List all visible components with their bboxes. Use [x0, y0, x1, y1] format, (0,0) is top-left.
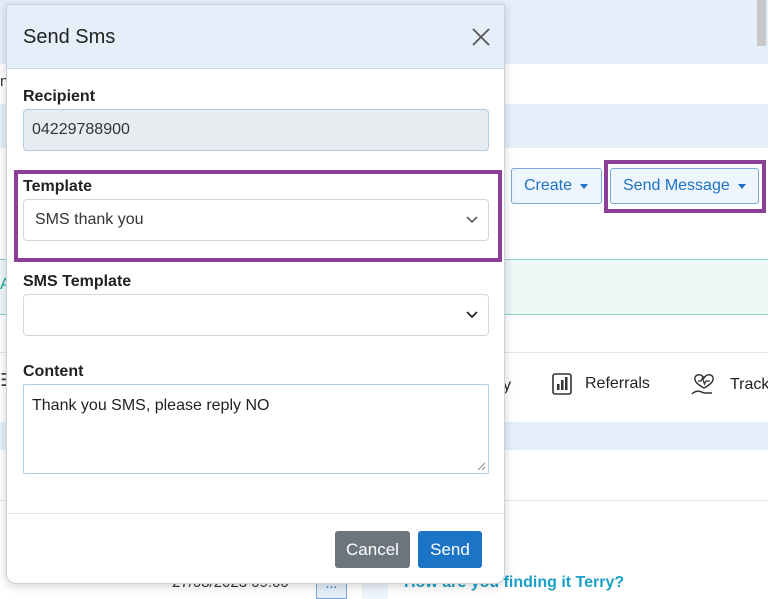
track-label: Track	[730, 376, 768, 393]
sms-template-select[interactable]	[23, 294, 489, 336]
create-dropdown-button[interactable]: Create	[511, 168, 602, 204]
highlight-box-template	[14, 170, 502, 262]
cancel-button[interactable]: Cancel	[335, 531, 410, 568]
scrollbar-thumb[interactable]	[757, 0, 766, 46]
toolbar-item-referrals[interactable]: Referrals	[551, 372, 650, 396]
content-textarea[interactable]: Thank you SMS, please reply NO	[23, 384, 489, 474]
recipient-label: Recipient	[23, 88, 96, 105]
referrals-icon	[552, 373, 572, 395]
resize-grip-icon[interactable]	[477, 462, 486, 471]
highlight-box-send-message	[604, 160, 766, 213]
create-label: Create	[524, 177, 573, 194]
modal-footer-divider	[7, 513, 504, 514]
modal-header: Send Sms	[7, 5, 504, 69]
chevron-down-icon	[466, 311, 478, 319]
toolbar-item-track[interactable]: Track	[690, 372, 768, 398]
recipient-field[interactable]: 04229788900	[23, 109, 489, 151]
send-sms-modal: Send Sms Recipient 04229788900 Template …	[6, 4, 505, 584]
heart-hand-icon	[691, 374, 714, 395]
send-button[interactable]: Send	[418, 531, 482, 568]
referrals-label: Referrals	[585, 375, 650, 392]
close-icon[interactable]	[470, 26, 492, 48]
sms-template-label: SMS Template	[23, 273, 132, 290]
content-label: Content	[23, 363, 84, 380]
caret-down-icon	[580, 183, 589, 189]
content-text: Thank you SMS, please reply NO	[32, 397, 270, 414]
modal-title: Send Sms	[23, 26, 116, 48]
